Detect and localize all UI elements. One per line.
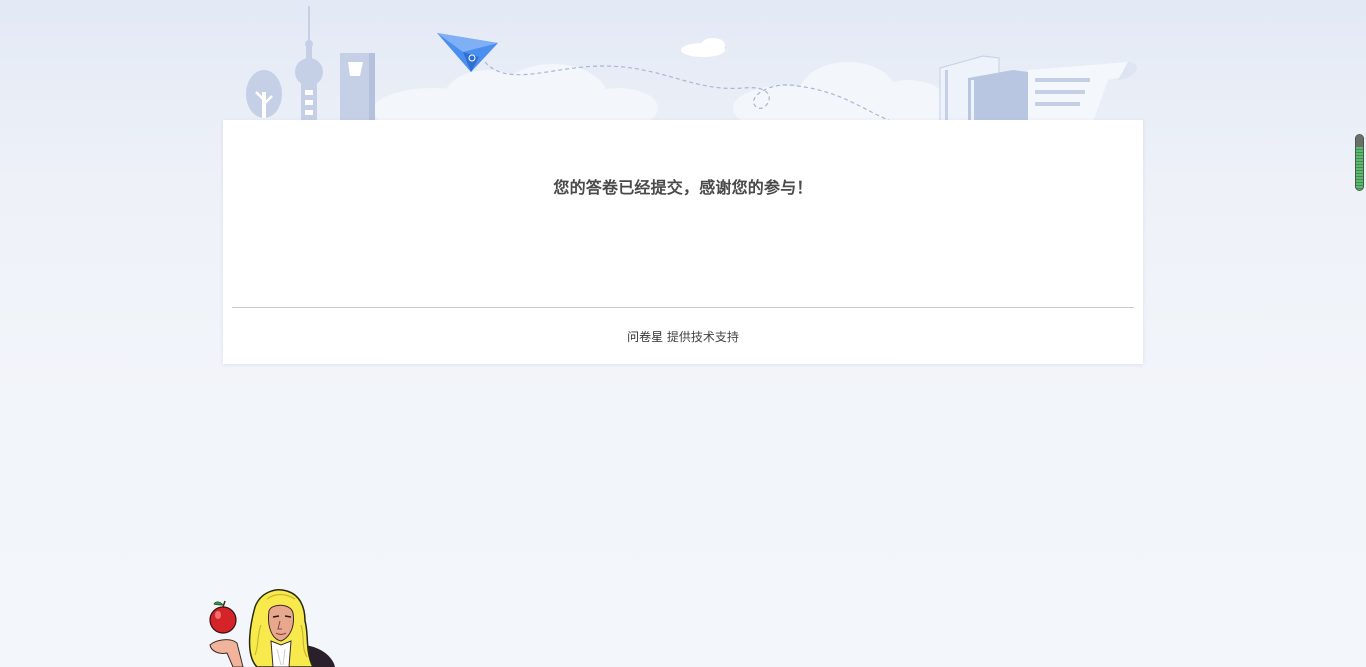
- paper-plane-icon: [437, 33, 498, 72]
- newton-apple-mascot: [209, 589, 335, 667]
- tree-icon: [246, 70, 282, 118]
- result-card: 您的答卷已经提交，感谢您的参与！ 问卷星 提供技术支持: [223, 120, 1143, 364]
- books-icon: [939, 55, 1028, 123]
- paper-icon: [1028, 62, 1137, 122]
- skyscraper-icon: [340, 53, 375, 122]
- support-text: 提供技术支持: [666, 330, 739, 344]
- powered-by-footer: 问卷星 提供技术支持: [223, 328, 1143, 345]
- footer-divider: [232, 307, 1134, 308]
- submit-success-message: 您的答卷已经提交，感谢您的参与！: [553, 178, 813, 197]
- scroll-indicator[interactable]: [1355, 134, 1364, 191]
- wjx-brand-link[interactable]: 问卷星: [627, 330, 663, 344]
- tower-icon: [295, 6, 323, 120]
- apple-icon: [209, 600, 237, 634]
- banner-illustration: [246, 6, 1137, 132]
